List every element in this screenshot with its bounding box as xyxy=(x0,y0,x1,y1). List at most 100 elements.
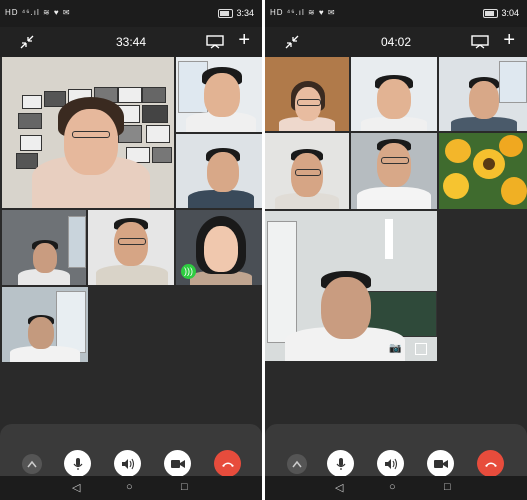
participant-tile-man-window[interactable] xyxy=(2,287,88,362)
square-recent-icon[interactable]: □ xyxy=(444,481,451,493)
speaking-indicator-icon: ))) xyxy=(181,264,196,279)
participant-tile-woman-glasses[interactable] xyxy=(265,57,349,131)
call-control-bar xyxy=(0,424,262,477)
participant-body xyxy=(361,117,427,131)
participant-tile-woman-photo-wall[interactable] xyxy=(2,57,174,208)
hang-up-icon xyxy=(484,462,497,467)
participant-tile-man-smiling[interactable] xyxy=(351,133,437,209)
window xyxy=(178,61,208,113)
speaker-icon xyxy=(121,458,134,469)
camera-switch-icon[interactable]: 📷 xyxy=(389,343,401,354)
window xyxy=(56,291,86,353)
call-control-bar xyxy=(265,424,527,477)
wall-photo xyxy=(16,153,38,169)
right-phone-screen: HD ⁴⁶.ıl ≋ ♥ ✉ 3:04 04:02 + 📷 ◁ ○ □ xyxy=(265,0,527,500)
call-top-bar: 04:02 + xyxy=(265,27,527,57)
sunflower xyxy=(499,135,523,157)
wall-photo xyxy=(20,135,42,151)
wall-photo xyxy=(22,95,42,109)
participant-face xyxy=(64,109,118,175)
participant-face xyxy=(204,226,238,272)
hang-up-button[interactable] xyxy=(214,450,241,477)
status-time: 3:04 xyxy=(501,8,519,18)
participant-tile-man-short-hair[interactable] xyxy=(176,134,262,208)
expand-controls-button[interactable] xyxy=(22,454,42,474)
triangle-back-icon[interactable]: ◁ xyxy=(335,481,343,494)
system-navigation-bar: ◁ ○ □ xyxy=(265,476,527,500)
window xyxy=(68,216,86,268)
participant-body xyxy=(188,190,254,208)
mute-microphone-button[interactable] xyxy=(64,450,91,477)
participant-tile-man-short-hair[interactable] xyxy=(439,57,527,131)
participant-face xyxy=(204,73,240,117)
microphone-icon xyxy=(336,457,345,470)
participant-face xyxy=(469,81,499,119)
participant-tile-young-man[interactable] xyxy=(351,57,437,131)
participant-tile-sunflowers[interactable] xyxy=(439,133,527,209)
plus-icon[interactable]: + xyxy=(503,30,515,50)
participant-tile-man-glasses[interactable] xyxy=(88,210,174,285)
participant-body xyxy=(357,187,431,209)
triangle-back-icon[interactable]: ◁ xyxy=(72,481,80,494)
hang-up-button[interactable] xyxy=(477,450,504,477)
sunflower xyxy=(445,139,471,163)
system-navigation-bar: ◁ ○ □ xyxy=(0,476,262,500)
participant-tile-young-man[interactable] xyxy=(176,57,262,132)
sunflower-center xyxy=(483,158,495,170)
glasses xyxy=(297,99,321,106)
camera-button[interactable] xyxy=(427,450,454,477)
speaker-button[interactable] xyxy=(377,450,404,477)
glasses xyxy=(295,169,321,176)
video-camera-icon xyxy=(170,459,185,468)
plus-icon[interactable]: + xyxy=(238,30,250,50)
wall-photo xyxy=(146,125,170,143)
wall-photo xyxy=(152,147,172,163)
circle-home-icon[interactable]: ○ xyxy=(126,481,133,493)
speaker-button[interactable] xyxy=(114,450,141,477)
status-bar: HD ⁴⁶.ıl ≋ ♥ ✉ 3:04 xyxy=(265,0,527,27)
window xyxy=(499,61,527,103)
participant-face xyxy=(377,143,411,187)
chevron-up-icon xyxy=(292,460,302,468)
glasses xyxy=(72,131,110,138)
call-top-bar: 33:44 + xyxy=(0,27,262,57)
circle-home-icon[interactable]: ○ xyxy=(389,481,396,493)
wall-photo xyxy=(118,87,142,103)
ceiling-light xyxy=(385,219,393,259)
square-recent-icon[interactable]: □ xyxy=(181,481,188,493)
status-icons: HD ⁴⁶.ıl ≋ ♥ ✉ xyxy=(270,8,336,17)
screen-icon[interactable] xyxy=(206,35,224,49)
glasses xyxy=(118,238,146,245)
screen-icon[interactable] xyxy=(471,35,489,49)
participant-tile-man-light-background[interactable] xyxy=(265,133,349,209)
microphone-icon xyxy=(73,457,82,470)
wall-photo xyxy=(142,105,168,123)
wall-photo xyxy=(44,91,66,107)
battery-icon xyxy=(218,8,234,18)
wall-photo xyxy=(18,113,42,129)
grid-view-icon[interactable] xyxy=(415,343,427,355)
video-camera-icon xyxy=(433,459,448,468)
mute-microphone-button[interactable] xyxy=(327,450,354,477)
expand-controls-button[interactable] xyxy=(287,454,307,474)
participant-face xyxy=(377,79,411,119)
participant-face xyxy=(28,317,54,349)
participant-tile-man-classroom[interactable] xyxy=(2,210,86,285)
participant-face xyxy=(33,243,57,273)
sunflower xyxy=(443,173,469,199)
hang-up-icon xyxy=(221,462,234,467)
participant-body xyxy=(96,265,168,285)
wall-photo xyxy=(142,87,166,103)
status-icons: HD ⁴⁶.ıl ≋ ♥ ✉ xyxy=(5,8,71,17)
participant-tile-man-large[interactable]: 📷 xyxy=(265,211,437,361)
participant-tile-young-woman[interactable]: ))) xyxy=(176,210,262,285)
chevron-up-icon xyxy=(27,460,37,468)
camera-button[interactable] xyxy=(164,450,191,477)
participant-body xyxy=(451,117,517,131)
status-time: 3:34 xyxy=(236,8,254,18)
status-bar: HD ⁴⁶.ıl ≋ ♥ ✉ 3:34 xyxy=(0,0,262,27)
participant-face xyxy=(321,277,371,339)
window xyxy=(267,221,297,343)
speaker-icon xyxy=(384,458,397,469)
glasses xyxy=(381,157,409,164)
